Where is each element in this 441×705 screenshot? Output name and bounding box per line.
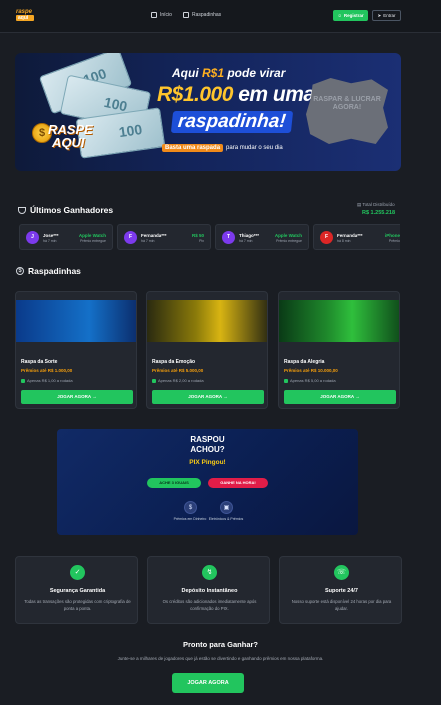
pix-subtitle: PIX Pingou! bbox=[189, 459, 226, 466]
nav-home[interactable]: Início bbox=[151, 12, 172, 18]
raspe-aqui-brand: $ RASPE AQUI bbox=[32, 118, 104, 156]
top-navbar: raspe aqui Início Raspadinhas ☺ Registra… bbox=[0, 0, 441, 33]
money-icon bbox=[284, 378, 288, 383]
banner-line3: raspadinha! bbox=[170, 111, 293, 133]
feature-deposit: ↯ Depósito Instantâneo Os créditos são a… bbox=[147, 556, 270, 624]
play-now-button[interactable]: JOGAR AGORA → bbox=[152, 390, 264, 404]
avatar: F bbox=[124, 231, 137, 244]
banner-line1: Aqui R$1 pode virar bbox=[172, 66, 286, 80]
total-distributed-label: ▤ Total Distribuído bbox=[357, 202, 395, 207]
dollar-icon: $ bbox=[16, 267, 24, 275]
banner-line2: R$1.000 em uma bbox=[157, 83, 315, 106]
winner-card: F Fernanda*** há 8 min iPhone Prêmio bbox=[313, 224, 400, 250]
raspadinhas-heading: $ Raspadinhas bbox=[16, 266, 81, 276]
winner-card: T Thiago*** há 7 min Apple Watch Prêmio … bbox=[215, 224, 309, 250]
site-logo[interactable]: raspe aqui bbox=[16, 9, 38, 22]
avatar: J bbox=[26, 231, 39, 244]
nav-home-label: Início bbox=[160, 12, 172, 18]
logo-text-bottom: aqui bbox=[16, 15, 34, 21]
grid-icon bbox=[183, 12, 189, 18]
login-icon: ➤ bbox=[377, 12, 382, 18]
play-now-button[interactable]: JOGAR AGORA → bbox=[284, 390, 396, 404]
promo-banner[interactable]: 100 100 100 Aqui R$1 pode virar R$1.000 … bbox=[15, 53, 401, 171]
feature-support: ☏ Suporte 24/7 Nosso suporte está dispon… bbox=[279, 556, 402, 624]
trophy-icon bbox=[18, 206, 26, 214]
card-image bbox=[147, 300, 267, 342]
pix-promo-banner[interactable]: RASPOU ACHOU? PIX Pingou! ACHE 3 IGUAIS G… bbox=[57, 429, 358, 535]
cta-description: Junte-se a milhares de jogadores que já … bbox=[117, 656, 324, 661]
winner-card: J Jose*** há 7 min Apple Watch Prêmio en… bbox=[19, 224, 113, 250]
winners-heading: Últimos Ganhadores bbox=[18, 205, 113, 215]
scratch-card-alegria[interactable]: Raspa da Alegria Prêmios até R$ 10.000,0… bbox=[278, 291, 400, 409]
login-label: Entrar bbox=[383, 13, 396, 18]
nav-raspadinhas-label: Raspadinhas bbox=[192, 12, 222, 18]
scratch-card-emocao[interactable]: Raspa da Emoção Prêmios até R$ 5.000,00 … bbox=[146, 291, 268, 409]
cta-play-button[interactable]: JOGAR AGORA bbox=[172, 673, 244, 693]
cta-title: Pronto para Ganhar? bbox=[182, 640, 258, 649]
banner-subline: Basta uma raspada para mudar o seu dia bbox=[162, 144, 283, 152]
scratch-card-sorte[interactable]: Raspa da Sorte Prêmios até R$ 1.000,00 A… bbox=[15, 291, 137, 409]
register-button[interactable]: ☺ Registrar bbox=[333, 10, 368, 21]
total-distributed-value: R$ 1.255.218 bbox=[362, 210, 396, 216]
money-icon bbox=[152, 378, 156, 383]
money-icon bbox=[21, 378, 25, 383]
register-label: Registrar bbox=[343, 13, 364, 18]
shield-icon: ✓ bbox=[70, 565, 85, 580]
feature-security: ✓ Segurança Garantida Todas as transaçõe… bbox=[15, 556, 138, 624]
avatar: T bbox=[222, 231, 235, 244]
winner-card: F Fernanda*** há 7 min R$ 50 Pix bbox=[117, 224, 211, 250]
win-now-button[interactable]: GANHE NA HORA! bbox=[208, 478, 268, 488]
phone-icon: ☏ bbox=[334, 565, 349, 580]
login-button[interactable]: ➤ Entrar bbox=[372, 10, 401, 21]
feature-electronics-label: Eletrônicos & Prêmios bbox=[208, 517, 244, 521]
home-icon bbox=[151, 12, 157, 18]
cash-icon: $ bbox=[184, 501, 197, 514]
feature-cash-label: Prêmios em Dinheiro bbox=[173, 517, 207, 521]
card-image bbox=[16, 300, 136, 342]
avatar: F bbox=[320, 231, 333, 244]
user-plus-icon: ☺ bbox=[337, 13, 342, 18]
scratch-area[interactable]: RASPAR & LUCRAR AGORA! bbox=[306, 78, 388, 144]
find-3-button[interactable]: ACHE 3 IGUAIS bbox=[147, 478, 201, 488]
gift-icon: ▣ bbox=[220, 501, 233, 514]
card-image bbox=[279, 300, 399, 342]
play-now-button[interactable]: JOGAR AGORA → bbox=[21, 390, 133, 404]
winners-carousel[interactable]: J Jose*** há 7 min Apple Watch Prêmio en… bbox=[19, 224, 400, 250]
nav-raspadinhas[interactable]: Raspadinhas bbox=[183, 12, 221, 18]
bolt-icon: ↯ bbox=[202, 565, 217, 580]
pix-title: RASPOU ACHOU? bbox=[190, 435, 225, 454]
